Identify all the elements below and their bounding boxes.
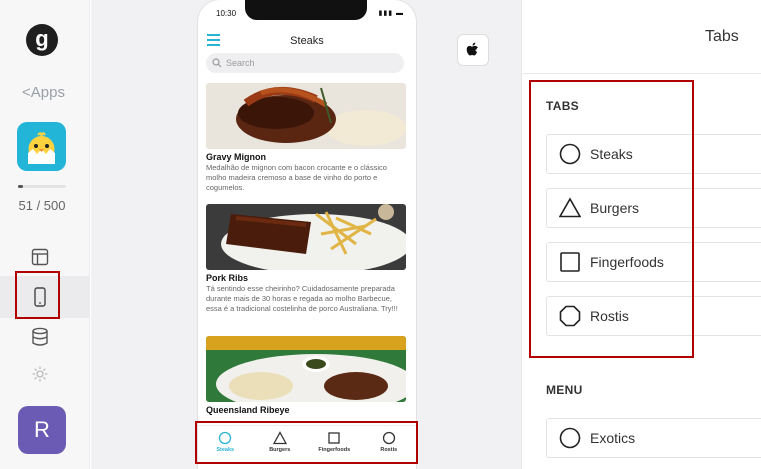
item-image-pork-ribs[interactable]	[206, 204, 406, 270]
steak-photo	[206, 83, 406, 149]
panel-divider	[522, 73, 761, 74]
tabs-section-label: TABS	[546, 99, 579, 113]
search-icon	[212, 58, 222, 68]
tabbar-item-steaks[interactable]: Steaks	[198, 426, 253, 469]
search-placeholder: Search	[226, 58, 255, 68]
data-button[interactable]	[28, 325, 52, 349]
square-icon	[560, 252, 580, 272]
phone-icon	[34, 287, 46, 307]
tab-row-label: Rostis	[590, 308, 629, 324]
ribs-photo	[206, 204, 406, 270]
menu-section-label: MENU	[546, 383, 583, 397]
item-image-queensland-ribeye[interactable]	[206, 336, 406, 402]
settings-button[interactable]	[28, 362, 52, 386]
item-image-gravy-mignon[interactable]	[206, 83, 406, 149]
properties-panel: Tabs TABS Steaks Burgers Fingerfoods Ros…	[521, 0, 761, 469]
mobile-preview-button[interactable]	[28, 285, 52, 309]
tab-row-fingerfoods[interactable]: Fingerfoods	[546, 242, 761, 282]
octagon-icon	[559, 305, 581, 327]
search-input[interactable]: Search	[206, 53, 404, 73]
ios-preview-button[interactable]	[457, 34, 489, 66]
layout-icon	[31, 248, 49, 266]
item-description: Tá sentindo esse cheirinho? Cuidadosamen…	[206, 284, 398, 313]
tab-row-steaks[interactable]: Steaks	[546, 134, 761, 174]
database-icon	[32, 327, 48, 346]
tabbar-item-fingerfoods[interactable]: Fingerfoods	[307, 426, 362, 469]
item-title: Queensland Ribeye	[206, 405, 290, 415]
tabbar-item-burgers[interactable]: Burgers	[253, 426, 308, 469]
gear-icon	[32, 366, 48, 382]
tabbar-label: Rostis	[380, 447, 398, 453]
menu-row-exotics[interactable]: Exotics	[546, 418, 761, 458]
item-description: Medalhão de mignon com bacon crocante e …	[206, 163, 387, 192]
tabbar-label: Steaks	[216, 447, 235, 453]
apple-icon	[466, 42, 478, 56]
circle-icon	[219, 431, 232, 445]
tab-row-label: Fingerfoods	[590, 254, 664, 270]
builder-canvas: 10:30 ▮▮▮ ▬ Steaks Search Gravy Mignon M…	[91, 0, 521, 469]
circle-icon	[382, 431, 395, 445]
tab-row-burgers[interactable]: Burgers	[546, 188, 761, 228]
screen-title: Steaks	[290, 35, 324, 47]
app-icon-chick[interactable]	[17, 122, 66, 171]
item-title: Pork Ribs	[206, 273, 249, 283]
battery-icon: ▬	[396, 10, 404, 17]
circle-icon	[559, 427, 581, 449]
phone-tab-bar: Steaks Burgers Fingerfoods Rostis	[198, 425, 416, 469]
triangle-icon	[559, 197, 581, 218]
app-row-usage-bar	[18, 185, 66, 188]
status-time: 10:30	[216, 9, 237, 18]
tabbar-label: Fingerfoods	[318, 447, 351, 453]
phone-notch	[245, 0, 367, 20]
apps-back-link[interactable]: <Apps	[22, 84, 65, 101]
user-avatar[interactable]: R	[18, 406, 66, 454]
left-rail: g <Apps 51 / 500 R	[0, 0, 90, 469]
circle-icon	[559, 143, 581, 165]
status-icons: ▮▮▮ ▬	[378, 9, 404, 17]
tabbar-label: Burgers	[269, 447, 291, 453]
chick-icon	[28, 132, 55, 164]
apps-link-label: Apps	[30, 84, 65, 101]
chevron-left-icon: <	[22, 84, 31, 101]
panel-title: Tabs	[705, 28, 739, 45]
phone-preview: 10:30 ▮▮▮ ▬ Steaks Search Gravy Mignon M…	[198, 0, 416, 469]
tabbar-item-rostis[interactable]: Rostis	[362, 426, 417, 469]
glide-logo[interactable]: g	[26, 24, 58, 56]
ribeye-photo	[206, 336, 406, 402]
item-title: Gravy Mignon	[206, 152, 267, 162]
square-icon	[328, 432, 340, 444]
row-count-label: 51 / 500	[18, 198, 66, 213]
tab-row-rostis[interactable]: Rostis	[546, 296, 761, 336]
tab-row-label: Steaks	[590, 146, 633, 162]
layout-button[interactable]	[28, 245, 52, 269]
tab-row-label: Burgers	[590, 200, 640, 216]
menu-row-label: Exotics	[590, 430, 636, 446]
signal-icon: ▮▮▮	[378, 10, 394, 17]
triangle-icon	[272, 431, 287, 445]
app-row-usage-fill	[18, 185, 23, 188]
